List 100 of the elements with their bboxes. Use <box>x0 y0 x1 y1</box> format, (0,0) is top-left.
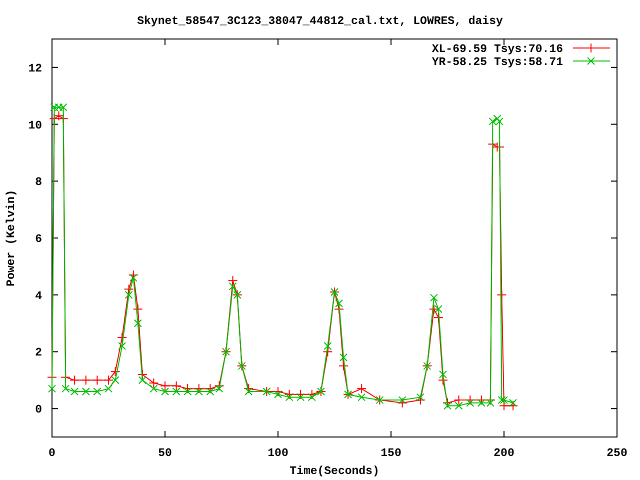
data-point <box>132 304 143 314</box>
data-point <box>118 342 126 350</box>
data-point <box>50 103 58 112</box>
data-point <box>273 386 283 397</box>
data-point <box>54 103 63 112</box>
tick-label: 0 <box>35 404 42 417</box>
data-point <box>124 290 133 299</box>
data-point <box>148 378 159 388</box>
legend-label: XL-69.59 Tsys:70.16 <box>432 43 563 56</box>
data-point <box>438 375 448 386</box>
data-point <box>488 117 497 126</box>
chart-title: Skynet_58547_3C123_38047_44812_cal.txt, LOWRES, daisy <box>137 15 503 28</box>
data-point <box>430 294 438 302</box>
legend-sample <box>572 57 610 65</box>
data-point <box>508 400 518 411</box>
data-point <box>244 388 253 396</box>
data-point <box>194 384 204 394</box>
data-point <box>138 376 146 384</box>
data-point <box>59 103 68 112</box>
data-point <box>82 388 90 396</box>
data-point <box>104 375 114 386</box>
data-point <box>509 398 518 407</box>
data-point <box>228 276 238 286</box>
data-point <box>182 384 193 394</box>
data-point <box>477 398 486 407</box>
data-point <box>49 114 60 124</box>
data-point <box>134 319 142 328</box>
tick-label: 150 <box>380 447 402 460</box>
data-point <box>284 389 294 400</box>
data-point <box>438 370 447 378</box>
data-point <box>434 305 442 314</box>
data-point <box>498 396 506 404</box>
data-point <box>93 388 102 396</box>
tick-label: 0 <box>48 447 56 460</box>
data-point <box>322 346 333 357</box>
data-point <box>415 395 426 406</box>
data-point <box>335 299 344 308</box>
data-point <box>62 384 70 393</box>
data-point <box>428 304 439 314</box>
data-point <box>433 312 444 323</box>
legend-sample <box>572 43 610 53</box>
tick-label: 8 <box>35 176 42 190</box>
legend-label: YR-58.25 Tsys:58.71 <box>432 56 563 69</box>
data-point <box>442 398 452 408</box>
data-point <box>308 393 316 402</box>
tick-label: 50 <box>158 447 172 460</box>
data-point <box>48 384 56 393</box>
data-point <box>486 398 494 407</box>
data-point <box>80 375 91 386</box>
tick-label: 4 <box>35 290 42 303</box>
data-point <box>205 384 216 394</box>
data-point <box>296 393 305 402</box>
data-point <box>110 366 120 377</box>
data-point <box>70 375 80 386</box>
data-point <box>129 274 138 282</box>
tick-label: 2 <box>35 346 42 360</box>
data-point <box>184 388 192 396</box>
data-point <box>171 380 182 391</box>
data-point <box>54 110 64 121</box>
data-point <box>306 389 317 400</box>
data-point <box>124 284 134 294</box>
data-point <box>215 384 224 393</box>
data-point <box>244 384 254 394</box>
data-point <box>416 393 424 402</box>
data-point <box>334 304 344 314</box>
data-point <box>228 282 237 290</box>
data-point <box>137 369 148 380</box>
data-point <box>466 398 474 407</box>
data-point <box>397 398 408 408</box>
data-point <box>92 375 102 386</box>
data-point <box>495 117 504 126</box>
data-point <box>499 400 509 411</box>
tick-label: 200 <box>494 447 514 460</box>
data-point <box>338 360 349 371</box>
axis-label: Power (Kelvin) <box>5 190 18 286</box>
tick-label: 100 <box>268 447 288 460</box>
data-point <box>70 388 79 396</box>
data-point <box>150 384 158 393</box>
tick-label: 12 <box>28 62 42 76</box>
data-point <box>493 114 502 123</box>
data-point <box>206 388 214 396</box>
data-point <box>111 376 120 384</box>
data-point <box>160 380 170 391</box>
data-point <box>214 380 224 391</box>
data-point <box>340 353 348 362</box>
data-point <box>465 395 476 406</box>
data-point <box>454 395 464 406</box>
tick-label: 250 <box>606 447 628 460</box>
data-point <box>398 396 406 404</box>
data-point <box>172 388 180 396</box>
data-point <box>324 342 332 350</box>
data-point <box>356 384 367 394</box>
data-point <box>358 393 366 402</box>
data-point <box>296 389 306 400</box>
data-point <box>496 290 507 300</box>
data-point <box>194 388 203 396</box>
data-point <box>476 395 486 406</box>
tick-label: 10 <box>28 119 42 132</box>
tick-label: 6 <box>35 233 42 246</box>
data-point <box>454 402 463 410</box>
